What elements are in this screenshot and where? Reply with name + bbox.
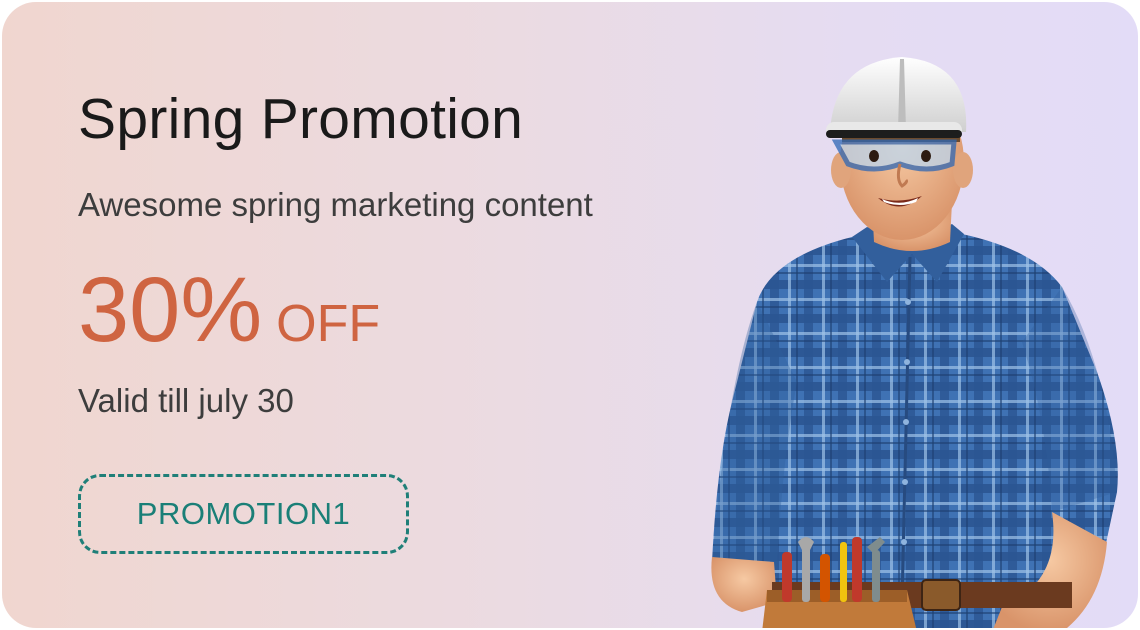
promotion-card: Spring Promotion Awesome spring marketin…: [2, 2, 1138, 628]
validity-text: Valid till july 30: [78, 382, 294, 419]
promotion-subtitle: Awesome spring marketing content: [78, 186, 593, 223]
discount-label: OFF: [276, 295, 381, 353]
promo-code-button[interactable]: PROMOTION1: [78, 474, 409, 554]
promotion-title: Spring Promotion: [78, 87, 524, 151]
discount-value: 30%: [78, 259, 263, 361]
construction-worker-illustration: [711, 57, 1118, 628]
discount-text: 30% OFF: [78, 258, 380, 363]
